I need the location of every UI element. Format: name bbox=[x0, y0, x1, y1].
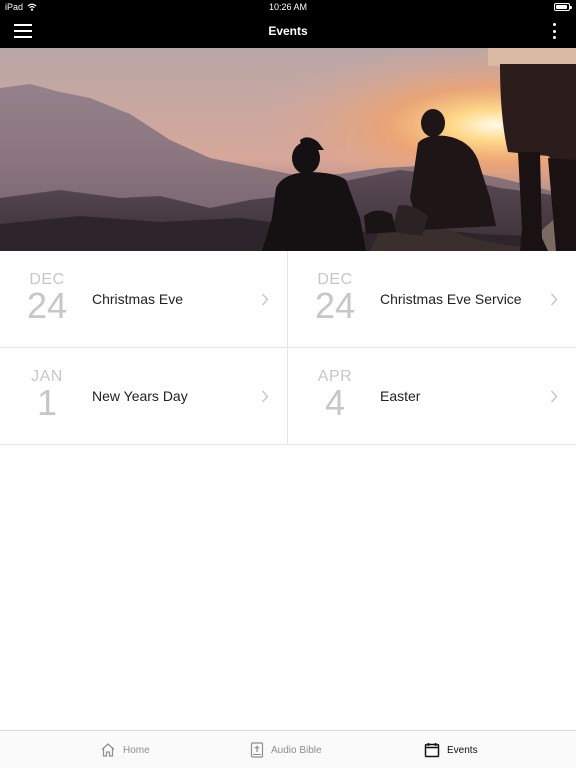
event-day: 24 bbox=[314, 285, 356, 326]
tab-audio-bible[interactable]: Audio Bible bbox=[250, 731, 322, 768]
home-icon bbox=[101, 743, 115, 757]
event-day: 4 bbox=[324, 382, 346, 423]
event-day: 24 bbox=[26, 285, 68, 326]
event-date: DEC 24 bbox=[16, 271, 78, 324]
page-title: Events bbox=[268, 24, 308, 38]
event-card[interactable]: DEC 24 Christmas Eve Service bbox=[288, 251, 576, 348]
event-title: Christmas Eve Service bbox=[380, 291, 522, 307]
status-time: 10:26 AM bbox=[268, 2, 308, 12]
tab-label: Events bbox=[447, 744, 478, 756]
calendar-icon bbox=[424, 743, 440, 758]
event-card[interactable]: JAN 1 New Years Day bbox=[0, 348, 288, 445]
event-date: JAN 1 bbox=[16, 368, 78, 421]
status-bar: iPad 10:26 AM bbox=[0, 0, 576, 14]
tab-home[interactable]: Home bbox=[100, 731, 150, 768]
nav-bar: Events bbox=[0, 14, 576, 48]
tab-events[interactable]: Events bbox=[424, 731, 478, 768]
chevron-right-icon bbox=[550, 293, 558, 306]
chevron-right-icon bbox=[261, 293, 269, 306]
event-title: New Years Day bbox=[92, 388, 188, 404]
event-card[interactable]: DEC 24 Christmas Eve bbox=[0, 251, 288, 348]
tab-label: Home bbox=[123, 744, 150, 756]
hero-image bbox=[0, 48, 576, 251]
chevron-right-icon bbox=[261, 390, 269, 403]
event-date: DEC 24 bbox=[304, 271, 366, 324]
event-card[interactable]: APR 4 Easter bbox=[288, 348, 576, 445]
tab-label: Audio Bible bbox=[271, 744, 322, 756]
event-title: Easter bbox=[380, 388, 421, 404]
tab-bar: Home Audio Bible Events bbox=[0, 730, 576, 768]
chevron-right-icon bbox=[550, 390, 558, 403]
vertical-ellipsis-icon[interactable] bbox=[546, 22, 562, 40]
event-date: APR 4 bbox=[304, 368, 366, 421]
event-title: Christmas Eve bbox=[92, 291, 184, 307]
battery-icon bbox=[554, 3, 572, 11]
bible-icon bbox=[250, 742, 264, 758]
event-day: 1 bbox=[36, 382, 58, 423]
